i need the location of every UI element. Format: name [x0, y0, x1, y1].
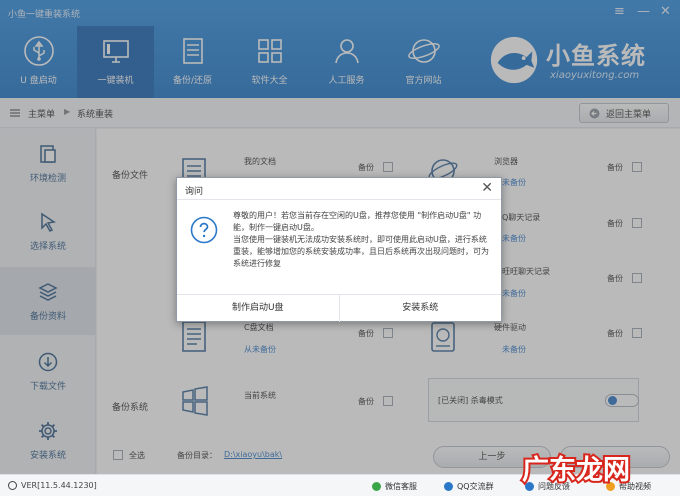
- watermark-logo: 广东龙网: [520, 452, 632, 488]
- confirm-dialog: 询问 ✕ 尊敬的用户！若您当前存在空闲的U盘，推荐您使用 "制作启动U盘" 功能…: [176, 177, 502, 322]
- qq-icon: [444, 482, 453, 491]
- dialog-header: 询问 ✕: [177, 178, 501, 200]
- info-icon: [8, 481, 17, 490]
- make-boot-usb-button[interactable]: 制作启动U盘: [177, 295, 339, 322]
- install-system-button[interactable]: 安装系统: [338, 295, 502, 322]
- dialog-buttons: 制作启动U盘 安装系统: [177, 294, 501, 322]
- version-text: VER[11.5.44.1230]: [21, 481, 97, 490]
- footer-link-label: 微信客服: [385, 482, 417, 491]
- watermark-text: 广东龙网: [522, 454, 630, 486]
- footer-wechat-link[interactable]: 微信客服: [372, 481, 417, 492]
- question-icon: [190, 216, 218, 244]
- dialog-message-line: 当您使用一键装机无法成功安装系统时，即可使用此启动U盘，进行系统重装，能够增加您…: [233, 235, 489, 268]
- footer-qq-link[interactable]: QQ交流群: [444, 481, 494, 492]
- dialog-title: 询问: [185, 187, 204, 197]
- dialog-message: 尊敬的用户！若您当前存在空闲的U盘，推荐您使用 "制作启动U盘" 功能，制作一键…: [233, 210, 491, 270]
- wechat-icon: [372, 482, 381, 491]
- footer-link-label: QQ交流群: [457, 482, 494, 491]
- dialog-close-button[interactable]: ✕: [481, 180, 493, 196]
- version-info: VER[11.5.44.1230]: [8, 481, 97, 490]
- dialog-message-line: 尊敬的用户！若您当前存在空闲的U盘，推荐您使用 "制作启动U盘" 功能，制作一键…: [233, 211, 482, 232]
